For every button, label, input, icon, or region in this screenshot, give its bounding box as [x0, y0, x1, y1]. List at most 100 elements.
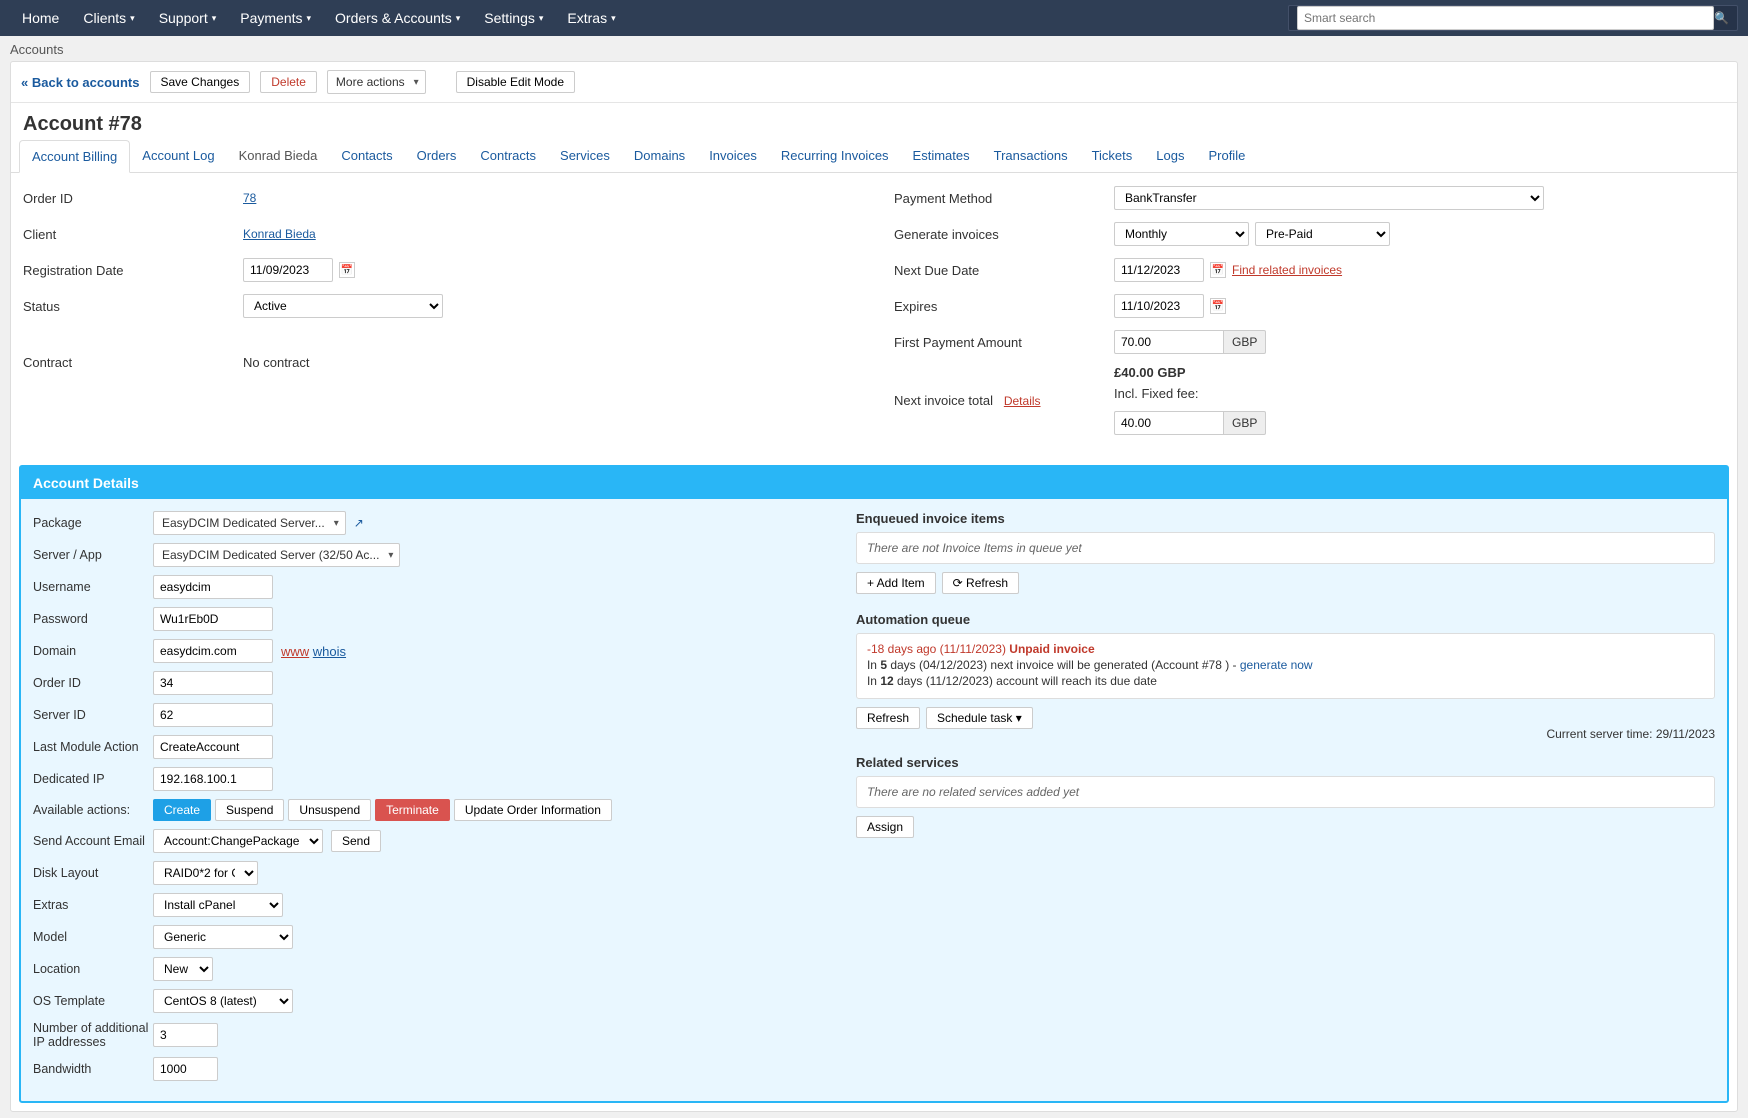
package-select[interactable]: EasyDCIM Dedicated Server...	[153, 511, 346, 535]
currency-addon: GBP	[1224, 330, 1266, 354]
label-username: Username	[33, 580, 153, 594]
tab-tickets[interactable]: Tickets	[1080, 140, 1145, 172]
refresh-queue-button[interactable]: Refresh	[856, 707, 920, 729]
enqueued-empty: There are not Invoice Items in queue yet	[867, 541, 1082, 555]
calendar-icon[interactable]: 📅	[339, 262, 355, 278]
label-actions: Available actions:	[33, 803, 153, 817]
orderid-input[interactable]	[153, 671, 273, 695]
tab-owner[interactable]: Konrad Bieda	[227, 140, 330, 172]
tab-estimates[interactable]: Estimates	[901, 140, 982, 172]
expires-input[interactable]	[1114, 294, 1204, 318]
label-due-date: Next Due Date	[894, 263, 1114, 278]
add-item-button[interactable]: + Add Item	[856, 572, 936, 594]
label-addip: Number of additional IP addresses	[33, 1021, 153, 1049]
find-invoices-link[interactable]: Find related invoices	[1232, 263, 1342, 277]
search-input[interactable]	[1297, 6, 1714, 30]
gen-mode-select[interactable]: Pre-Paid	[1255, 222, 1390, 246]
tab-contacts[interactable]: Contacts	[329, 140, 404, 172]
more-actions-dropdown[interactable]: More actions	[327, 70, 426, 94]
tab-profile[interactable]: Profile	[1196, 140, 1257, 172]
refresh-button[interactable]: ⟳ Refresh	[942, 572, 1019, 594]
label-lastmod: Last Module Action	[33, 740, 153, 754]
fee-input[interactable]	[1114, 411, 1224, 435]
generate-now-link[interactable]: generate now	[1240, 658, 1313, 672]
tab-billing[interactable]: Account Billing	[19, 140, 130, 173]
suspend-button[interactable]: Suspend	[215, 799, 284, 821]
email-template-select[interactable]: Account:ChangePackage:Success	[153, 829, 323, 853]
label-orderid: Order ID	[33, 676, 153, 690]
label-contract: Contract	[23, 355, 243, 370]
os-select[interactable]: CentOS 8 (latest)	[153, 989, 293, 1013]
delete-button[interactable]: Delete	[260, 71, 317, 93]
unsuspend-button[interactable]: Unsuspend	[288, 799, 371, 821]
create-button[interactable]: Create	[153, 799, 211, 821]
reg-date-input[interactable]	[243, 258, 333, 282]
tabs: Account Billing Account Log Konrad Bieda…	[11, 140, 1737, 173]
tab-orders[interactable]: Orders	[405, 140, 469, 172]
schedule-task-button[interactable]: Schedule task ▾	[926, 707, 1033, 729]
external-link-icon[interactable]: ↗	[354, 516, 364, 530]
model-select[interactable]: Generic	[153, 925, 293, 949]
calendar-icon[interactable]: 📅	[1210, 298, 1226, 314]
fee-label: Incl. Fixed fee:	[1114, 386, 1199, 401]
related-title: Related services	[856, 755, 1715, 770]
serverapp-select[interactable]: EasyDCIM Dedicated Server (32/50 Ac...	[153, 543, 400, 567]
disable-edit-button[interactable]: Disable Edit Mode	[456, 71, 575, 93]
nav-support[interactable]: Support▾	[147, 2, 229, 34]
terminate-button[interactable]: Terminate	[375, 799, 450, 821]
tab-invoices[interactable]: Invoices	[697, 140, 769, 172]
page-toolbar: « Back to accounts Save Changes Delete M…	[11, 62, 1737, 103]
bw-input[interactable]	[153, 1057, 218, 1081]
nav-extras[interactable]: Extras▾	[555, 2, 627, 34]
addip-input[interactable]	[153, 1023, 218, 1047]
nav-payments[interactable]: Payments▾	[228, 2, 323, 34]
tab-contracts[interactable]: Contracts	[468, 140, 548, 172]
order-id-link[interactable]: 78	[243, 191, 256, 205]
extras-select[interactable]: Install cPanel	[153, 893, 283, 917]
domain-input[interactable]	[153, 639, 273, 663]
lastmod-input[interactable]	[153, 735, 273, 759]
username-input[interactable]	[153, 575, 273, 599]
caret-icon: ▾	[307, 13, 312, 24]
www-link[interactable]: www	[281, 644, 309, 659]
ip-input[interactable]	[153, 767, 273, 791]
assign-button[interactable]: Assign	[856, 816, 914, 838]
gen-freq-select[interactable]: Monthly	[1114, 222, 1249, 246]
details-link[interactable]: Details	[1004, 394, 1041, 408]
nav-settings[interactable]: Settings▾	[472, 2, 555, 34]
tab-log[interactable]: Account Log	[130, 140, 226, 172]
serverid-input[interactable]	[153, 703, 273, 727]
label-package: Package	[33, 516, 153, 530]
nav-home[interactable]: Home	[10, 2, 71, 34]
tab-transactions[interactable]: Transactions	[982, 140, 1080, 172]
details-header: Account Details	[21, 467, 1727, 499]
send-email-button[interactable]: Send	[331, 830, 381, 852]
nav-clients[interactable]: Clients▾	[71, 2, 146, 34]
whois-link[interactable]: whois	[313, 644, 346, 659]
tab-logs[interactable]: Logs	[1144, 140, 1196, 172]
location-select[interactable]: New York	[153, 957, 213, 981]
calendar-icon[interactable]: 📅	[1210, 262, 1226, 278]
status-select[interactable]: Active	[243, 294, 443, 318]
auto-line1: -18 days ago (11/11/2023) Unpaid invoice	[867, 642, 1095, 656]
password-input[interactable]	[153, 607, 273, 631]
first-payment-input[interactable]	[1114, 330, 1224, 354]
tab-services[interactable]: Services	[548, 140, 622, 172]
update-order-button[interactable]: Update Order Information	[454, 799, 612, 821]
page-title: Account #78	[11, 103, 1737, 140]
client-link[interactable]: Konrad Bieda	[243, 227, 316, 241]
label-email: Send Account Email	[33, 834, 153, 848]
tab-domains[interactable]: Domains	[622, 140, 697, 172]
back-link[interactable]: « Back to accounts	[21, 75, 140, 90]
save-button[interactable]: Save Changes	[150, 71, 251, 93]
nav-orders[interactable]: Orders & Accounts▾	[323, 2, 472, 34]
disk-select[interactable]: RAID0*2 for CentOS	[153, 861, 258, 885]
due-date-input[interactable]	[1114, 258, 1204, 282]
tab-recurring[interactable]: Recurring Invoices	[769, 140, 901, 172]
label-expires: Expires	[894, 299, 1114, 314]
label-location: Location	[33, 962, 153, 976]
payment-method-select[interactable]: BankTransfer	[1114, 186, 1544, 210]
smart-search[interactable]: 🔍	[1288, 5, 1738, 31]
caret-icon: ▾	[456, 13, 461, 24]
label-next-invoice: Next invoice total Details	[894, 393, 1114, 408]
